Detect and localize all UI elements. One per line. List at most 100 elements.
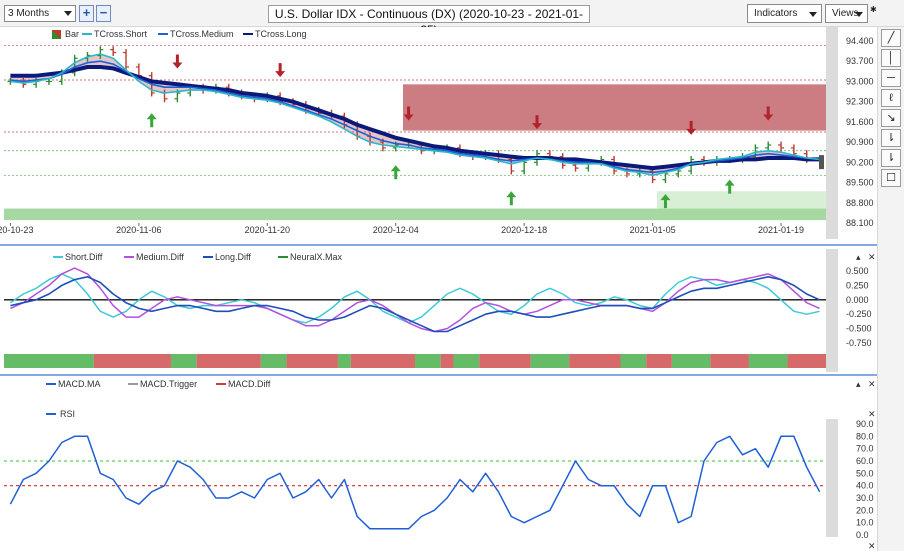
price-y-tick-label: 90.200 bbox=[846, 157, 874, 167]
arrow-tool-button[interactable]: ↘ bbox=[881, 109, 901, 127]
neuralx-max-segment bbox=[260, 354, 287, 368]
x-tick-label: 2020-11-20 bbox=[245, 225, 290, 235]
neuralx-max-segment bbox=[337, 354, 351, 368]
neuralx-max-segment bbox=[748, 354, 788, 368]
chevron-down-icon bbox=[855, 12, 863, 17]
resistance-zone bbox=[403, 84, 826, 131]
neuralx-y-tick-label: -0.500 bbox=[846, 324, 872, 334]
price-y-tick-label: 93.700 bbox=[846, 56, 874, 66]
last-price-marker bbox=[819, 155, 824, 170]
neuralx-max-segment bbox=[170, 354, 197, 368]
indicators-dropdown[interactable]: Indicators bbox=[747, 4, 822, 23]
rsi-y-tick-label: 40.0 bbox=[856, 481, 874, 491]
neuralx-y-tick-label: 0.250 bbox=[846, 280, 869, 290]
period-value: 3 Months bbox=[8, 8, 50, 19]
neuralx-max-segment bbox=[93, 354, 171, 368]
price-y-tick-label: 93.000 bbox=[846, 76, 874, 86]
neuralx-scroll-strip bbox=[826, 249, 838, 372]
rsi-y-tick-label: 0.0 bbox=[856, 530, 869, 540]
legend-label: TCross.Long bbox=[255, 29, 307, 39]
neuralx-max-segment bbox=[350, 354, 415, 368]
price-scroll-strip bbox=[826, 27, 838, 239]
neuralx-max-segment bbox=[440, 354, 454, 368]
channel-tool-button[interactable]: ⇂ bbox=[881, 129, 901, 147]
support-zone-upper bbox=[657, 191, 826, 209]
rsi-y-tick-label: 30.0 bbox=[856, 493, 874, 503]
neuralx-max-segment bbox=[479, 354, 531, 368]
x-tick-label: 2021-01-05 bbox=[630, 225, 676, 235]
close-panel-icon: ✕ bbox=[868, 252, 876, 262]
legend-label: RSI bbox=[60, 409, 75, 419]
rsi-y-tick-label: 80.0 bbox=[856, 431, 874, 441]
legend-label: MACD.MA bbox=[58, 379, 101, 389]
price-y-tick-label: 90.900 bbox=[846, 137, 874, 147]
neuralx-max-segment bbox=[710, 354, 749, 368]
period-select[interactable]: 3 Months bbox=[4, 5, 76, 22]
support-zone bbox=[4, 208, 826, 221]
indicators-label: Indicators bbox=[754, 8, 798, 19]
neuralx-max-segment bbox=[569, 354, 621, 368]
price-y-tick-label: 89.500 bbox=[846, 178, 874, 188]
pin-icon[interactable]: ✱ bbox=[870, 5, 877, 14]
legend-label: Bar bbox=[65, 29, 79, 39]
neuralx-max-segment bbox=[646, 354, 672, 368]
legend-label: TCross.Short bbox=[94, 29, 148, 39]
panel-menu-icon: ▴ bbox=[856, 252, 861, 262]
close-panel-icon: ✕ bbox=[868, 409, 876, 419]
neuralx-max-segment bbox=[530, 354, 570, 368]
chart-area[interactable]: 94.400 93.700 93.000 92.300 91.600 90.900 90.2… bbox=[0, 27, 877, 551]
fibonacci-tool-button[interactable]: ℓ bbox=[881, 89, 901, 107]
price-y-tick-label: 92.300 bbox=[846, 97, 874, 107]
rsi-y-tick-label: 50.0 bbox=[856, 468, 874, 478]
legend-label: Medium.Diff bbox=[136, 252, 184, 262]
close-panel-icon: ✕ bbox=[868, 541, 876, 551]
rsi-scroll-strip bbox=[826, 419, 838, 537]
horizontal-line-tool-button[interactable]: ─ bbox=[881, 69, 901, 87]
long-diff-line bbox=[10, 276, 820, 333]
price-y-tick-label: 88.100 bbox=[846, 218, 874, 228]
x-tick-label: 2020-11-06 bbox=[116, 225, 161, 235]
zoom-in-button[interactable]: + bbox=[79, 5, 94, 22]
price-y-tick-label: 94.400 bbox=[846, 36, 874, 46]
x-tick-label: 2020-12-04 bbox=[373, 225, 419, 235]
price-y-tick-label: 88.800 bbox=[846, 198, 874, 208]
legend-label: Short.Diff bbox=[65, 252, 103, 262]
chevron-down-icon bbox=[64, 11, 72, 16]
neuralx-max-segment bbox=[286, 354, 338, 368]
chart-title: U.S. Dollar IDX - Continuous (DX) (2020-… bbox=[268, 5, 590, 37]
neuralx-max-segment bbox=[4, 354, 94, 368]
x-tick-label: 2020-10-23 bbox=[0, 225, 33, 235]
legend-label: MACD.Diff bbox=[228, 379, 271, 389]
neuralx-max-segment bbox=[196, 354, 261, 368]
rsi-line bbox=[9, 435, 821, 530]
toolbar: 3 Months + − U.S. Dollar IDX - Continuou… bbox=[0, 0, 904, 37]
panel-menu-icon: ▴ bbox=[856, 379, 861, 389]
x-tick-label: 2021-01-19 bbox=[758, 225, 804, 235]
vertical-line-tool-button[interactable]: │ bbox=[881, 49, 901, 67]
neuralx-y-tick-label: -0.250 bbox=[846, 309, 872, 319]
rsi-y-tick-label: 90.0 bbox=[856, 419, 874, 429]
price-y-tick-label: 91.600 bbox=[846, 117, 874, 127]
legend-label: Long.Diff bbox=[215, 252, 251, 262]
close-panel-icon: ✕ bbox=[868, 379, 876, 389]
rectangle-tool-button[interactable]: ☐ bbox=[881, 169, 901, 187]
rsi-y-tick-label: 10.0 bbox=[856, 518, 874, 528]
views-dropdown[interactable]: Views bbox=[825, 4, 868, 23]
drawing-tools-bar: ╱ │ ─ ℓ ↘ ⇂ ⇂ ☐ bbox=[877, 27, 904, 551]
neuralx-y-tick-label: -0.750 bbox=[846, 338, 872, 348]
rsi-y-tick-label: 70.0 bbox=[856, 444, 874, 454]
legend-label: TCross.Medium bbox=[170, 29, 234, 39]
chevron-down-icon bbox=[809, 12, 817, 17]
zoom-out-button[interactable]: − bbox=[96, 5, 111, 22]
rsi-y-tick-label: 60.0 bbox=[856, 456, 874, 466]
trend-line-tool-button[interactable]: ╱ bbox=[881, 29, 901, 47]
neuralx-y-tick-label: 0.500 bbox=[846, 266, 869, 276]
neuralx-y-tick-label: 0.000 bbox=[846, 295, 869, 305]
neuralx-max-segment bbox=[671, 354, 711, 368]
legend-label: MACD.Trigger bbox=[140, 379, 197, 389]
neuralx-max-segment bbox=[787, 354, 826, 368]
neuralx-max-segment bbox=[620, 354, 647, 368]
measure-tool-button[interactable]: ⇂ bbox=[881, 149, 901, 167]
rsi-y-tick-label: 20.0 bbox=[856, 505, 874, 515]
neuralx-max-segment bbox=[453, 354, 480, 368]
